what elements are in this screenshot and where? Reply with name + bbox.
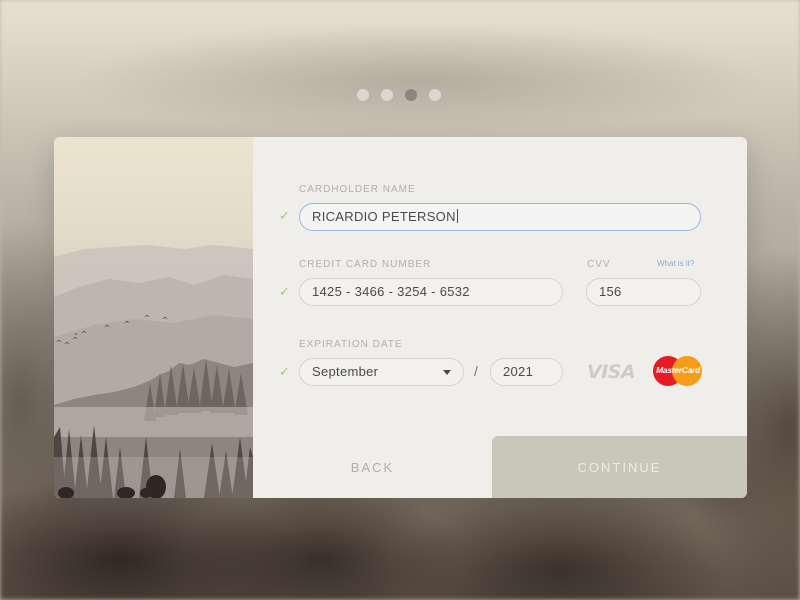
cvv-label: CVV <box>587 259 611 270</box>
date-separator: / <box>474 363 478 379</box>
step-dot[interactable] <box>381 89 393 101</box>
step-indicator <box>357 89 441 101</box>
expiration-month-select[interactable]: September <box>299 358 464 386</box>
text-caret <box>456 209 458 223</box>
card-number-value: 1425 - 3466 - 3254 - 6532 <box>312 284 470 299</box>
cvv-help-link[interactable]: What is it? <box>657 259 694 268</box>
expiration-date-label: EXPIRATION DATE <box>299 339 403 350</box>
cvv-input[interactable]: 156 <box>586 278 701 306</box>
cardholder-name-value: RICARDIO PETERSON <box>312 209 456 224</box>
payment-card-dialog: CARDHOLDER NAME ✓ RICARDIO PETERSON CRED… <box>54 137 747 498</box>
cardholder-name-label: CARDHOLDER NAME <box>299 184 416 195</box>
card-number-label: CREDIT CARD NUMBER <box>299 259 432 270</box>
expiration-year-input[interactable]: 2021 <box>490 358 563 386</box>
mastercard-logo: MasterCard <box>653 356 703 388</box>
mastercard-logo-text: MasterCard <box>656 365 700 375</box>
expiration-year-value: 2021 <box>503 364 534 379</box>
payment-form: CARDHOLDER NAME ✓ RICARDIO PETERSON CRED… <box>253 137 747 498</box>
cvv-value: 156 <box>599 284 622 299</box>
card-number-valid-check-icon: ✓ <box>279 284 290 299</box>
visa-logo: VISA <box>587 361 636 383</box>
continue-button[interactable]: CONTINUE <box>492 436 747 498</box>
step-dot[interactable] <box>357 89 369 101</box>
landscape-image <box>54 137 253 498</box>
cardholder-valid-check-icon: ✓ <box>279 208 290 223</box>
cardholder-name-input[interactable]: RICARDIO PETERSON <box>299 203 701 231</box>
expiration-month-value: September <box>312 364 379 379</box>
step-dot[interactable] <box>429 89 441 101</box>
forest-landscape-illustration <box>54 245 253 498</box>
card-number-input[interactable]: 1425 - 3466 - 3254 - 6532 <box>299 278 563 306</box>
chevron-down-icon <box>443 370 451 375</box>
step-dot-active[interactable] <box>405 89 417 101</box>
back-button[interactable]: BACK <box>253 436 492 498</box>
expiration-valid-check-icon: ✓ <box>279 364 290 379</box>
